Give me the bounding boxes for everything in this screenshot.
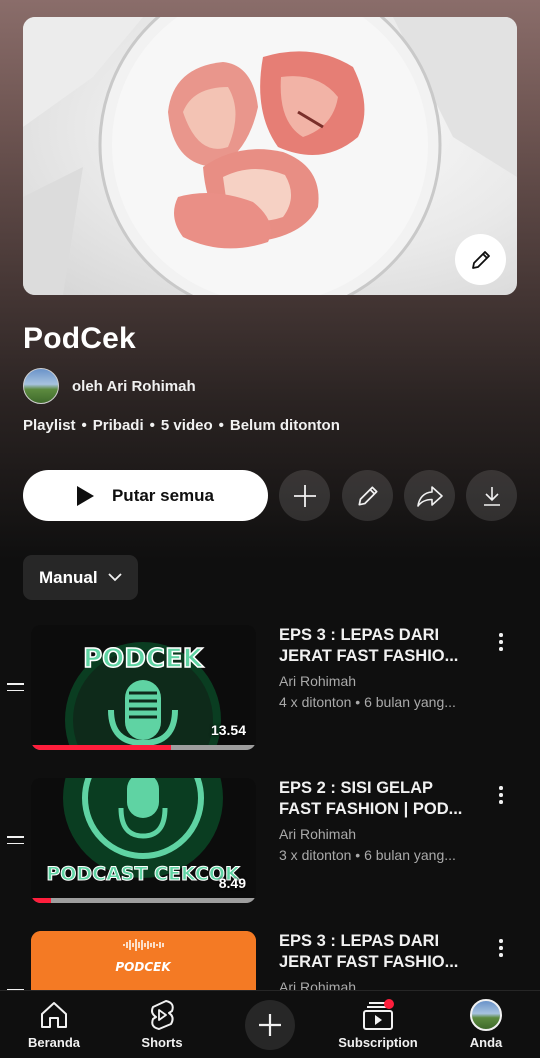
playlist-video-item[interactable]: PODCEK 13.54 EPS 3 : LEPAS DARI JERAT FA…	[0, 625, 540, 755]
edit-playlist-button[interactable]	[342, 470, 393, 521]
video-duration: 13.54	[210, 722, 246, 738]
meta-privacy: Pribadi	[92, 417, 144, 434]
watch-progress-bar	[31, 898, 256, 903]
video-title-line2: JERAT FAST FASHIO...	[279, 647, 459, 665]
meta-watch-status: Belum ditonton	[229, 417, 340, 434]
add-icon	[293, 484, 316, 507]
more-options-icon[interactable]	[494, 939, 508, 959]
shorts-icon	[151, 1000, 174, 1030]
video-channel: Ari Rohimah	[279, 826, 357, 842]
play-all-button[interactable]: Putar semua	[23, 470, 268, 521]
playlist-owner[interactable]: oleh Ari Rohimah	[23, 368, 196, 404]
video-stats: 4 x ditonton • 6 bulan yang...	[279, 694, 456, 710]
owner-name[interactable]: oleh Ari Rohimah	[72, 378, 196, 395]
video-title[interactable]: EPS 2 : SISI GELAP FAST FASHION | POD...	[279, 778, 479, 820]
add-button[interactable]	[279, 470, 330, 521]
sort-dropdown[interactable]: Manual	[23, 555, 138, 600]
thumb-logo-text: PODCEK	[115, 960, 172, 974]
edit-cover-button[interactable]	[455, 234, 506, 285]
playlist-meta: Playlist • Pribadi • 5 video • Belum ditonton	[23, 417, 340, 434]
video-title[interactable]: EPS 3 : LEPAS DARI JERAT FAST FASHIO...	[279, 931, 479, 973]
playlist-video-item[interactable]: PODCAST CEKCOK 8.49 EPS 2 : SISI GELAP F…	[0, 778, 540, 908]
thumb-logo-text: PODCAST CEKCOK	[46, 863, 241, 885]
more-options-icon[interactable]	[494, 633, 508, 653]
account-avatar	[470, 999, 502, 1031]
video-thumbnail[interactable]: PODCEK 13.54	[31, 625, 256, 750]
video-duration: 8.49	[218, 875, 246, 891]
video-title-line1: EPS 3 : LEPAS DARI	[279, 932, 440, 950]
playlist-title: PodCek	[23, 322, 136, 355]
download-button[interactable]	[466, 470, 517, 521]
nav-you[interactable]: Anda	[436, 991, 536, 1058]
play-all-label: Putar semua	[111, 485, 215, 505]
video-stats: 3 x ditonton • 6 bulan yang...	[279, 847, 456, 863]
share-button[interactable]	[404, 470, 455, 521]
video-channel: Ari Rohimah	[279, 673, 357, 689]
owner-avatar[interactable]	[23, 368, 59, 404]
share-icon	[416, 485, 443, 507]
peach-plate-illustration	[23, 17, 517, 295]
video-title[interactable]: EPS 3 : LEPAS DARI JERAT FAST FASHIO...	[279, 625, 479, 667]
more-options-icon[interactable]	[494, 786, 508, 806]
notification-dot	[384, 999, 394, 1009]
video-title-line1: EPS 3 : LEPAS DARI	[279, 626, 440, 644]
video-title-line2: FAST FASHION | POD...	[279, 800, 463, 818]
nav-subscriptions[interactable]: Subscription	[328, 991, 428, 1058]
watch-progress-bar	[31, 745, 256, 750]
nav-subscriptions-label: Subscription	[338, 1035, 418, 1050]
home-icon	[41, 1002, 67, 1028]
edit-icon	[357, 485, 378, 506]
plus-icon	[259, 1014, 281, 1036]
drag-handle-icon[interactable]	[7, 683, 24, 693]
nav-home-label: Beranda	[27, 1035, 81, 1050]
nav-you-label: Anda	[469, 1035, 503, 1050]
play-icon	[76, 485, 94, 506]
drag-handle-icon[interactable]	[7, 836, 24, 846]
meta-type: Playlist	[23, 417, 76, 434]
video-thumbnail[interactable]: PODCAST CEKCOK 8.49	[31, 778, 256, 903]
video-title-line1: EPS 2 : SISI GELAP	[279, 779, 434, 797]
nav-shorts[interactable]: Shorts	[112, 991, 212, 1058]
watch-progress-fill	[31, 898, 52, 903]
watch-progress-fill	[31, 745, 171, 750]
download-icon	[483, 486, 500, 506]
create-button[interactable]	[245, 1000, 295, 1050]
nav-home[interactable]: Beranda	[4, 991, 104, 1058]
chevron-down-icon	[107, 573, 122, 582]
nav-shorts-label: Shorts	[141, 1035, 183, 1050]
pencil-icon	[471, 250, 490, 269]
meta-video-count: 5 video	[160, 417, 213, 434]
thumb-logo-text: PODCEK	[83, 644, 204, 674]
sort-label: Manual	[39, 567, 98, 587]
playlist-cover-image[interactable]	[23, 17, 517, 295]
video-title-line2: JERAT FAST FASHIO...	[279, 953, 459, 971]
subscriptions-icon	[363, 999, 394, 1030]
